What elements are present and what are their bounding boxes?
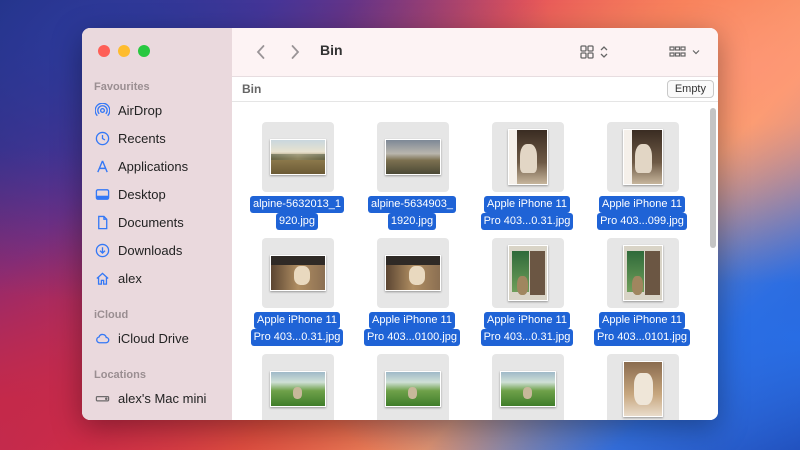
image-preview [270,255,326,291]
download-icon [94,242,110,258]
sidebar-item-label: Desktop [118,186,166,202]
cloud-icon [94,330,110,346]
file-name: Apple iPhone 11 Pro 403...0.31.jpg [471,312,583,346]
window-title: Bin [320,42,343,58]
file-name-line-1: Apple iPhone 11 [254,312,340,329]
file-name: alpine-5632013_1 920.jpg [241,196,353,230]
icon-grid-view-icon [579,44,613,60]
sidebar-section-favourites: Favourites [94,81,150,93]
sidebar-item-label: Downloads [118,242,183,258]
back-button[interactable] [250,40,272,64]
file-name: Apple iPhone 11 Pro 403...0.31.jpg [471,196,583,230]
clock-icon [94,130,110,146]
file-name-line-2: 920.jpg [275,213,319,230]
file-name-line-1: Apple iPhone 11 [599,196,685,213]
file-thumbnail [262,122,334,192]
image-preview [623,245,663,301]
file-name-line-2: 1920.jpg [387,213,437,230]
file-name-line-1: alpine-5634903_ [368,196,456,213]
file-thumbnail [607,238,679,308]
image-preview [385,255,441,291]
file-name-line-1: alpine-5632013_1 [249,196,345,213]
image-preview [385,139,441,175]
sidebar-item-desktop[interactable]: Desktop [94,183,224,205]
sidebar-item-icloud-drive[interactable]: iCloud Drive [94,327,224,349]
desktop-icon [94,186,110,202]
file-name-line-2: Pro 403...0.31.jpg [480,329,574,346]
zoom-window-button[interactable] [138,45,150,57]
file-thumbnail [492,354,564,420]
file-thumbnail [492,122,564,192]
sidebar-item-label: AirDrop [118,102,163,118]
sidebar-item-airdrop[interactable]: AirDrop [94,99,224,121]
file-name: Apple iPhone 11 Pro 403...0100.jpg [356,312,468,346]
image-preview [500,371,556,407]
sidebar-item-downloads[interactable]: Downloads [94,239,224,261]
chevron-right-icon [289,44,301,60]
empty-bin-button[interactable]: Empty [666,80,714,98]
view-mode-button[interactable] [578,40,614,64]
image-preview [508,129,548,185]
sidebar-item-label: iCloud Drive [118,330,189,346]
sidebar-item-documents[interactable]: Documents [94,211,224,233]
sidebar-item-label: Applications [118,158,189,174]
file-thumbnail [607,122,679,192]
file-name-line-1: Apple iPhone 11 [369,312,455,329]
sidebar-item-recents[interactable]: Recents [94,127,224,149]
image-preview [508,245,548,301]
vertical-scrollbar[interactable] [710,108,716,248]
path-bar: Bin Empty [232,77,718,102]
file-name-line-2: Pro 403...0101.jpg [594,329,690,346]
file-icon-grid: alpine-5632013_1 920.jpg alpine-5634903_ 19… [232,102,718,420]
file-name-line-2: Pro 403...0.31.jpg [250,329,344,346]
image-preview [270,371,326,407]
finder-window: Favourites AirDrop Recents Applications … [82,28,718,420]
sidebar-item-label: Documents [118,214,184,230]
file-name-line-2: Pro 403...099.jpg [597,213,687,230]
file-thumbnail [262,238,334,308]
applications-icon [94,158,110,174]
file-thumbnail [377,122,449,192]
file-thumbnail [262,354,334,420]
airdrop-icon [94,102,110,118]
file-name-line-1: Apple iPhone 11 [484,196,570,213]
file-name-line-2: Pro 403...0100.jpg [364,329,460,346]
group-by-button[interactable] [668,40,704,64]
document-icon [94,214,110,230]
file-name: Apple iPhone 11 Pro 403...0.31.jpg [241,312,353,346]
image-preview [270,139,326,175]
home-icon [94,270,110,286]
sidebar: Favourites AirDrop Recents Applications … [82,28,232,420]
path-bar-title: Bin [242,82,262,96]
file-name: Apple iPhone 11 Pro 403...099.jpg [586,196,698,230]
file-thumbnail [607,354,679,420]
sidebar-section-icloud: iCloud [94,309,129,321]
file-thumbnail [377,238,449,308]
sidebar-item-label: alex's Mac mini [118,390,207,406]
file-thumbnail [492,238,564,308]
image-preview [623,361,663,417]
chevron-left-icon [255,44,267,60]
image-preview [385,371,441,407]
sidebar-item-applications[interactable]: Applications [94,155,224,177]
file-name-line-1: Apple iPhone 11 [599,312,685,329]
file-name-line-2: Pro 403...0.31.jpg [480,213,574,230]
sidebar-section-locations: Locations [94,369,146,381]
sidebar-item-label: alex [118,270,142,286]
forward-button[interactable] [284,40,306,64]
minimize-window-button[interactable] [118,45,130,57]
toolbar: Bin [232,28,718,77]
image-preview [623,129,663,185]
file-name: alpine-5634903_ 1920.jpg [356,196,468,230]
close-window-button[interactable] [98,45,110,57]
sidebar-item-label: Recents [118,130,166,146]
file-name: Apple iPhone 11 Pro 403...0101.jpg [586,312,698,346]
file-name-line-1: Apple iPhone 11 [484,312,570,329]
drive-icon [94,390,110,406]
sidebar-item-home[interactable]: alex [94,267,224,289]
group-by-icon [668,44,704,60]
sidebar-item-mac-mini[interactable]: alex's Mac mini [94,387,224,409]
file-thumbnail [377,354,449,420]
